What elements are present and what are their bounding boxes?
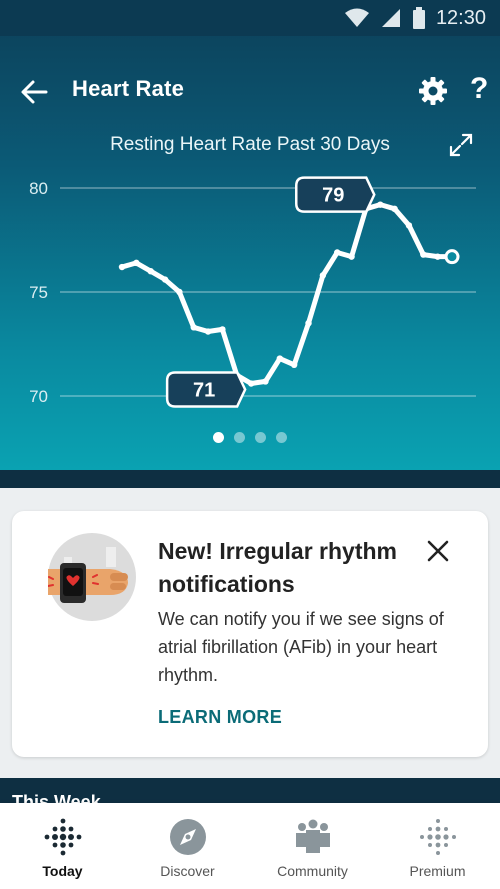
resting-heart-rate-chart: 80 75 70 79 71 xyxy=(29,176,476,408)
battery-icon xyxy=(412,7,425,29)
value-callout-label: 71 xyxy=(193,380,215,402)
learn-more-link[interactable]: LEARN MORE xyxy=(158,707,282,728)
card-body: We can notify you if we see signs of atr… xyxy=(158,609,444,685)
y-tick-label: 75 xyxy=(29,283,48,302)
data-point xyxy=(348,253,355,260)
pager-dot[interactable] xyxy=(234,432,245,443)
latest-data-point xyxy=(444,249,460,265)
nav-today-label: Today xyxy=(42,863,83,879)
data-point xyxy=(161,276,169,283)
afib-notification-card: New! Irregular rhythm notifications We c… xyxy=(12,511,488,757)
data-point xyxy=(334,249,341,256)
data-point xyxy=(147,268,154,275)
data-point xyxy=(118,263,126,271)
pager-dot[interactable] xyxy=(276,432,287,443)
app-bar: Heart Rate ? xyxy=(0,66,500,116)
help-icon[interactable]: ? xyxy=(470,72,488,106)
heart-rate-line xyxy=(119,202,455,386)
compass-icon xyxy=(169,819,206,855)
wifi-icon xyxy=(344,8,369,27)
heart-rate-hero: 12:30 Heart Rate ? Resting Heart Rate Pa… xyxy=(0,0,500,470)
bottom-navigation: Today Discover Community Premium xyxy=(0,803,500,889)
nav-community-label: Community xyxy=(277,863,348,879)
close-icon[interactable] xyxy=(426,539,450,563)
today-icon xyxy=(44,818,81,856)
back-arrow-icon[interactable] xyxy=(20,78,48,106)
gear-icon[interactable] xyxy=(418,76,448,106)
data-point xyxy=(247,380,255,387)
nav-today[interactable]: Today xyxy=(8,803,118,879)
signal-icon xyxy=(381,9,400,27)
status-time: 12:30 xyxy=(435,6,486,29)
data-point xyxy=(434,253,441,260)
data-point xyxy=(190,324,197,331)
data-point xyxy=(219,326,226,333)
nav-premium-label: Premium xyxy=(409,863,466,879)
data-point xyxy=(290,361,298,368)
pager-dot[interactable] xyxy=(255,432,266,443)
value-callout-label: 79 xyxy=(322,185,344,207)
card-headline: New! Irregular rhythm notifications xyxy=(158,538,397,597)
data-point xyxy=(262,378,269,385)
data-point xyxy=(391,205,398,212)
this-week-header: This Week xyxy=(0,778,500,804)
data-point xyxy=(420,251,427,258)
nav-community[interactable]: Community xyxy=(258,803,368,879)
nav-discover[interactable]: Discover xyxy=(133,803,243,879)
y-tick-label: 70 xyxy=(29,387,48,406)
status-bar: 12:30 xyxy=(0,0,500,36)
data-point xyxy=(133,259,140,267)
community-icon xyxy=(295,819,330,853)
data-point xyxy=(204,328,212,335)
premium-icon xyxy=(419,819,456,855)
pager-dot[interactable] xyxy=(213,432,224,443)
data-point xyxy=(276,355,284,362)
page-title: Heart Rate xyxy=(72,76,185,101)
y-tick-label: 80 xyxy=(29,179,48,198)
data-point xyxy=(176,288,183,296)
data-point xyxy=(405,222,413,229)
data-point xyxy=(377,201,384,208)
wrist-watch-illustration xyxy=(48,533,136,621)
nav-discover-label: Discover xyxy=(160,863,215,879)
data-point xyxy=(305,320,312,327)
nav-premium[interactable]: Premium xyxy=(383,803,493,879)
pager-dots xyxy=(0,432,500,443)
data-point xyxy=(319,272,327,279)
chart-title: Resting Heart Rate Past 30 Days xyxy=(110,134,390,155)
expand-icon[interactable] xyxy=(448,132,474,158)
section-divider xyxy=(0,470,500,488)
